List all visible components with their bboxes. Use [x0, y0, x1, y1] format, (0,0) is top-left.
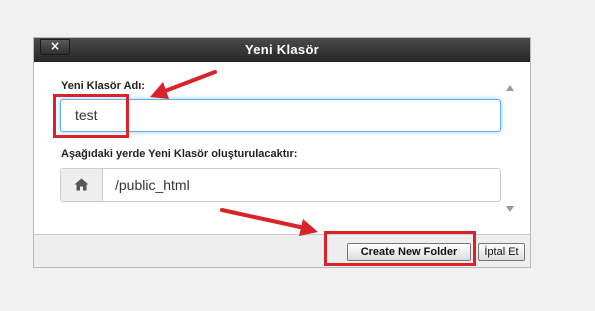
arrow-to-label-icon [150, 70, 217, 99]
arrow-to-button-icon [220, 208, 318, 236]
annotation-arrows [150, 70, 318, 236]
